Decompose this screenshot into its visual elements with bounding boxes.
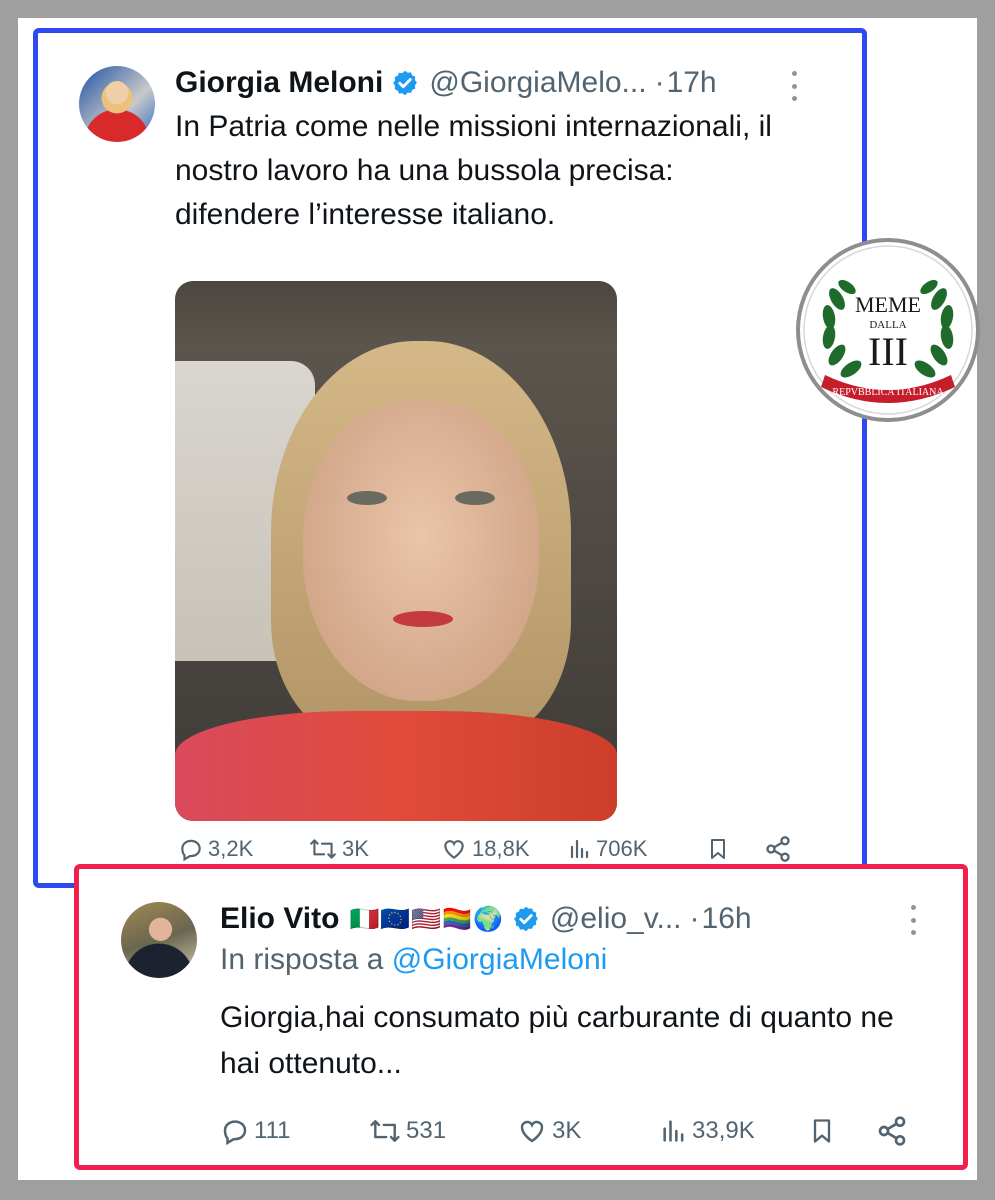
author-handle[interactable]: @elio_v... xyxy=(550,902,682,936)
face xyxy=(303,401,539,701)
views-button[interactable]: 33,9K xyxy=(660,1116,755,1146)
more-options-icon[interactable] xyxy=(790,71,798,101)
reply-context: In risposta a @GiorgiaMeloni xyxy=(220,943,607,977)
analytics-icon xyxy=(663,1120,684,1142)
retweet-icon xyxy=(370,1120,400,1142)
heart-icon xyxy=(444,840,464,859)
reply-button[interactable]: 111 xyxy=(220,1116,290,1146)
jacket xyxy=(175,711,617,821)
author-name[interactable]: Giorgia Meloni xyxy=(175,66,383,100)
avatar[interactable] xyxy=(121,902,197,978)
flag-emojis: 🇮🇹🇪🇺🇺🇸🏳️‍🌈🌍 xyxy=(349,905,504,933)
author-handle[interactable]: @GiorgiaMelo... xyxy=(429,66,646,100)
views-count: 33,9K xyxy=(692,1117,755,1144)
retweet-count: 3K xyxy=(342,836,369,861)
left-eye xyxy=(347,491,387,505)
right-eye xyxy=(455,491,495,505)
avatar[interactable] xyxy=(79,66,155,142)
timestamp[interactable]: 16h xyxy=(702,902,752,936)
separator-dot: · xyxy=(654,66,665,99)
meme-dalla-terza-repubblica-logo: MEME DALLA III REPVBBLICA ITALIANA xyxy=(796,238,980,422)
analytics-icon xyxy=(570,839,589,859)
bookmark-button[interactable] xyxy=(706,835,730,863)
tweet-video-thumbnail[interactable] xyxy=(175,281,617,821)
tweet-header: Elio Vito 🇮🇹🇪🇺🇺🇸🏳️‍🌈🌍 @elio_v... · 16h xyxy=(220,897,752,941)
like-button[interactable]: 18,8K xyxy=(440,836,530,862)
retweet-button[interactable]: 3K xyxy=(308,836,369,862)
like-count: 3K xyxy=(552,1117,582,1144)
reply-count: 111 xyxy=(254,1117,291,1144)
retweet-icon xyxy=(310,839,336,859)
reply-icon xyxy=(181,839,201,862)
share-button[interactable] xyxy=(764,835,792,863)
main-tweet-card[interactable]: Giorgia Meloni @GiorgiaMelo... · 17h In … xyxy=(33,28,867,888)
like-button[interactable]: 3K xyxy=(516,1116,581,1146)
like-count: 18,8K xyxy=(472,836,530,861)
timestamp[interactable]: 17h xyxy=(667,66,717,100)
author-name[interactable]: Elio Vito xyxy=(220,902,339,936)
separator-dot: · xyxy=(689,902,700,935)
tweet-text: In Patria come nelle missioni internazio… xyxy=(175,110,772,231)
logo-line1: MEME xyxy=(855,292,921,317)
tweet-text: Giorgia,hai consumato più carburante di … xyxy=(220,1001,894,1080)
verified-badge-icon xyxy=(513,906,538,932)
reply-mention-link[interactable]: @GiorgiaMeloni xyxy=(392,943,608,976)
views-button[interactable]: 706K xyxy=(568,836,647,862)
reply-icon xyxy=(223,1120,247,1146)
heart-icon xyxy=(520,1120,544,1143)
reply-count: 3,2K xyxy=(208,836,254,861)
verified-badge-icon xyxy=(393,70,418,96)
reply-button[interactable]: 3,2K xyxy=(178,836,253,862)
retweet-count: 531 xyxy=(406,1117,447,1144)
more-options-icon[interactable] xyxy=(909,905,917,935)
bookmark-button[interactable] xyxy=(808,1115,836,1147)
share-icon xyxy=(878,1116,906,1146)
share-icon xyxy=(766,836,790,862)
lips xyxy=(393,611,453,627)
bookmark-icon xyxy=(813,1119,831,1143)
reply-tweet-card[interactable]: Elio Vito 🇮🇹🇪🇺🇺🇸🏳️‍🌈🌍 @elio_v... · 16h I… xyxy=(74,864,968,1170)
retweet-button[interactable]: 531 xyxy=(368,1116,446,1146)
share-button[interactable] xyxy=(876,1115,908,1147)
bookmark-icon xyxy=(711,839,725,859)
logo-ribbon: REPVBBLICA ITALIANA xyxy=(832,387,944,398)
logo-line3: III xyxy=(868,329,908,374)
reply-prefix: In risposta a xyxy=(220,943,384,976)
views-count: 706K xyxy=(596,836,648,861)
tweet-header: Giorgia Meloni @GiorgiaMelo... · 17h xyxy=(175,61,717,105)
